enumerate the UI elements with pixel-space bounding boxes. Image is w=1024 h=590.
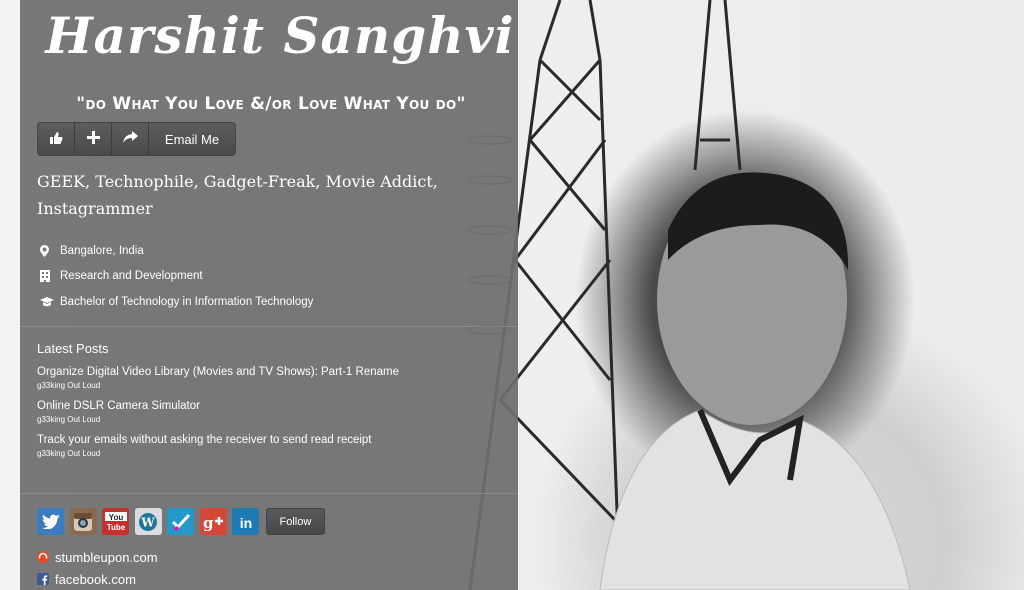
plus-icon — [86, 131, 100, 147]
building-icon — [40, 270, 60, 283]
post-item: Track your emails without asking the rec… — [37, 433, 507, 459]
fact-location-text: Bangalore, India — [60, 244, 144, 257]
post-source: g33king Out Loud — [37, 381, 101, 390]
post-title-link[interactable]: Track your emails without asking the rec… — [37, 433, 507, 448]
follow-button[interactable]: Follow — [265, 508, 326, 535]
link-stumbleupon-text: stumbleupon.com — [55, 549, 158, 565]
fact-work: Research and Development — [40, 264, 313, 290]
profile-facts: Bangalore, India Research and Developmen… — [40, 238, 313, 315]
svg-text:W: W — [140, 515, 155, 529]
post-title-link[interactable]: Online DSLR Camera Simulator — [37, 399, 507, 414]
divider — [20, 326, 518, 327]
graduation-cap-icon — [40, 296, 60, 307]
svg-text:You: You — [108, 513, 123, 522]
location-pin-icon — [40, 244, 60, 257]
profile-tagline: "do What You Love &/or Love What You do" — [76, 94, 466, 114]
svg-text:Tube: Tube — [106, 523, 125, 532]
profile-name: Harshit Sanghvi — [45, 6, 515, 65]
instagram-icon[interactable] — [69, 508, 97, 535]
post-source: g33king Out Loud — [37, 415, 101, 424]
profile-bio: GEEK, Technophile, Gadget-Freak, Movie A… — [37, 172, 438, 218]
add-button[interactable] — [75, 123, 112, 155]
wordpress-icon[interactable]: W — [134, 508, 162, 535]
action-button-group: Email Me — [37, 122, 236, 156]
fact-education-text: Bachelor of Technology in Information Te… — [60, 295, 314, 308]
fact-work-text: Research and Development — [60, 270, 203, 283]
google-plus-icon[interactable]: g — [199, 508, 227, 535]
svg-text:in: in — [239, 515, 251, 530]
link-facebook-text: facebook.com — [55, 571, 136, 587]
link-stumbleupon[interactable]: stumbleupon.com — [37, 546, 158, 568]
svg-text:g: g — [203, 514, 214, 531]
youtube-icon[interactable]: You Tube — [102, 508, 129, 535]
latest-posts: Latest Posts Organize Digital Video Libr… — [37, 341, 507, 467]
post-title-link[interactable]: Organize Digital Video Library (Movies a… — [37, 365, 507, 380]
post-item: Organize Digital Video Library (Movies a… — [37, 365, 507, 391]
linkedin-icon[interactable]: in — [232, 508, 259, 535]
foursquare-icon[interactable] — [167, 508, 194, 535]
thumbs-up-icon — [49, 131, 63, 148]
share-button[interactable] — [112, 123, 149, 155]
share-arrow-icon — [122, 131, 138, 147]
fact-location: Bangalore, India — [40, 238, 313, 264]
email-me-button[interactable]: Email Me — [149, 123, 235, 155]
profile-panel: Harshit Sanghvi "do What You Love &/or L… — [20, 0, 518, 590]
link-facebook[interactable]: facebook.com — [37, 568, 158, 590]
social-icons: You Tube W g in Follow — [37, 508, 326, 535]
post-item: Online DSLR Camera Simulator g33king Out… — [37, 399, 507, 425]
like-button[interactable] — [38, 123, 75, 155]
fact-education: Bachelor of Technology in Information Te… — [40, 289, 313, 315]
facebook-icon — [37, 573, 52, 585]
post-source: g33king Out Loud — [37, 449, 101, 458]
stumbleupon-icon — [37, 551, 52, 563]
latest-posts-heading: Latest Posts — [37, 341, 109, 356]
divider — [20, 493, 518, 494]
twitter-icon[interactable] — [37, 508, 64, 535]
profile-links: stumbleupon.com facebook.com — [37, 546, 158, 590]
